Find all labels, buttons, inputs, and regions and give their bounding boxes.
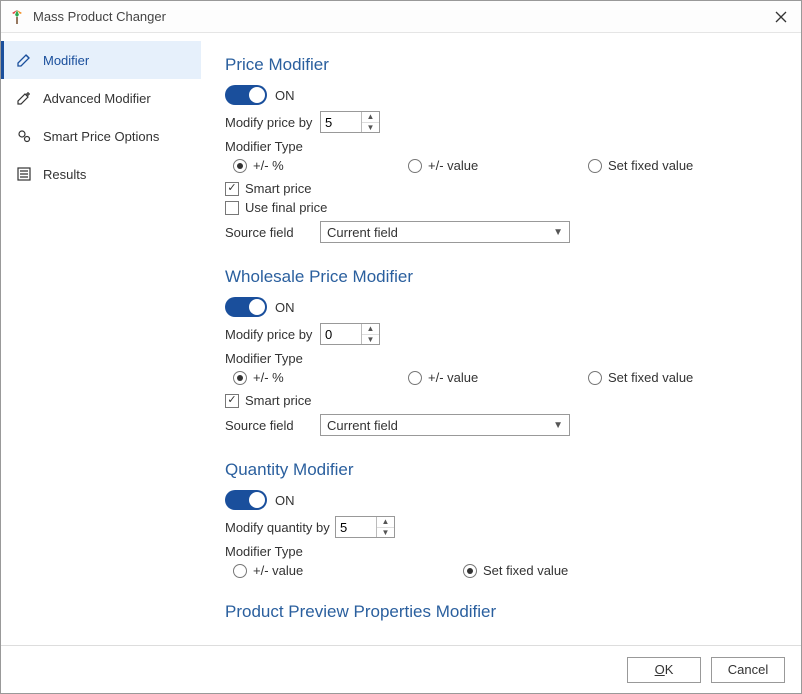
- price-toggle-label: ON: [275, 88, 295, 103]
- wholesale-section-title: Wholesale Price Modifier: [225, 267, 777, 287]
- wholesale-source-select[interactable]: Current field ▼: [320, 414, 570, 436]
- close-icon: [775, 11, 787, 23]
- wholesale-modify-value[interactable]: [321, 324, 361, 344]
- content: Price Modifier ON Modify price by ▲▼ Mod…: [201, 33, 801, 645]
- titlebar: Mass Product Changer: [1, 1, 801, 33]
- quantity-radio-fixed[interactable]: Set fixed value: [463, 563, 568, 578]
- wholesale-modify-input[interactable]: ▲▼: [320, 323, 380, 345]
- gears-icon: [15, 127, 33, 145]
- body: Modifier Advanced Modifier Smart Price O…: [1, 33, 801, 645]
- wholesale-source-value: Current field: [327, 418, 398, 433]
- cancel-button[interactable]: Cancel: [711, 657, 785, 683]
- close-button[interactable]: [769, 5, 793, 29]
- quantity-modify-input[interactable]: ▲▼: [335, 516, 395, 538]
- price-use-final-label: Use final price: [245, 200, 327, 215]
- price-radio-fixed[interactable]: Set fixed value: [588, 158, 758, 173]
- sidebar: Modifier Advanced Modifier Smart Price O…: [1, 33, 201, 645]
- edit-icon: [15, 51, 33, 69]
- ok-button[interactable]: OK: [627, 657, 701, 683]
- wholesale-source-label: Source field: [225, 418, 320, 433]
- wholesale-radio-fixed[interactable]: Set fixed value: [588, 370, 758, 385]
- wholesale-toggle-label: ON: [275, 300, 295, 315]
- wholesale-smart-price-checkbox[interactable]: [225, 394, 239, 408]
- sidebar-item-label: Results: [43, 167, 86, 182]
- quantity-toggle[interactable]: [225, 490, 267, 510]
- app-logo-icon: [9, 9, 25, 25]
- wholesale-radio-val[interactable]: +/- value: [408, 370, 588, 385]
- chevron-down-icon: ▼: [553, 227, 563, 238]
- price-modify-value[interactable]: [321, 112, 361, 132]
- spinner-up[interactable]: ▲: [377, 517, 394, 528]
- sidebar-item-results[interactable]: Results: [1, 155, 201, 193]
- wholesale-toggle[interactable]: [225, 297, 267, 317]
- price-toggle[interactable]: [225, 85, 267, 105]
- price-modify-input[interactable]: ▲▼: [320, 111, 380, 133]
- price-use-final-checkbox[interactable]: [225, 201, 239, 215]
- chevron-down-icon: ▼: [553, 420, 563, 431]
- price-source-label: Source field: [225, 225, 320, 240]
- quantity-section-title: Quantity Modifier: [225, 460, 777, 480]
- price-modify-label: Modify price by: [225, 115, 320, 130]
- quantity-modifier-type-label: Modifier Type: [225, 544, 777, 559]
- spinner-down[interactable]: ▼: [377, 528, 394, 538]
- quantity-modify-value[interactable]: [336, 517, 376, 537]
- spinner-up[interactable]: ▲: [362, 324, 379, 335]
- sidebar-item-label: Modifier: [43, 53, 89, 68]
- spinner-down[interactable]: ▼: [362, 335, 379, 345]
- sidebar-item-advanced-modifier[interactable]: Advanced Modifier: [1, 79, 201, 117]
- quantity-toggle-label: ON: [275, 493, 295, 508]
- footer: OK Cancel: [1, 645, 801, 693]
- price-modifier-type-label: Modifier Type: [225, 139, 777, 154]
- list-icon: [15, 165, 33, 183]
- price-radio-val[interactable]: +/- value: [408, 158, 588, 173]
- wholesale-modifier-type-label: Modifier Type: [225, 351, 777, 366]
- wholesale-modify-label: Modify price by: [225, 327, 320, 342]
- spinner-up[interactable]: ▲: [362, 112, 379, 123]
- spinner-down[interactable]: ▼: [362, 123, 379, 133]
- sidebar-item-label: Advanced Modifier: [43, 91, 151, 106]
- sidebar-item-smart-price[interactable]: Smart Price Options: [1, 117, 201, 155]
- window-title: Mass Product Changer: [33, 9, 769, 24]
- price-source-select[interactable]: Current field ▼: [320, 221, 570, 243]
- edit-plus-icon: [15, 89, 33, 107]
- price-radio-pct[interactable]: +/- %: [233, 158, 408, 173]
- wholesale-radio-pct[interactable]: +/- %: [233, 370, 408, 385]
- preview-section-title: Product Preview Properties Modifier: [225, 602, 777, 622]
- sidebar-item-label: Smart Price Options: [43, 129, 159, 144]
- price-section-title: Price Modifier: [225, 55, 777, 75]
- sidebar-item-modifier[interactable]: Modifier: [1, 41, 201, 79]
- price-smart-price-checkbox[interactable]: [225, 182, 239, 196]
- content-scroll[interactable]: Price Modifier ON Modify price by ▲▼ Mod…: [201, 33, 801, 645]
- quantity-radio-val[interactable]: +/- value: [233, 563, 463, 578]
- price-source-value: Current field: [327, 225, 398, 240]
- price-smart-price-label: Smart price: [245, 181, 311, 196]
- quantity-modify-label: Modify quantity by: [225, 520, 335, 535]
- wholesale-smart-price-label: Smart price: [245, 393, 311, 408]
- window: Mass Product Changer Modifier Advanced M…: [0, 0, 802, 694]
